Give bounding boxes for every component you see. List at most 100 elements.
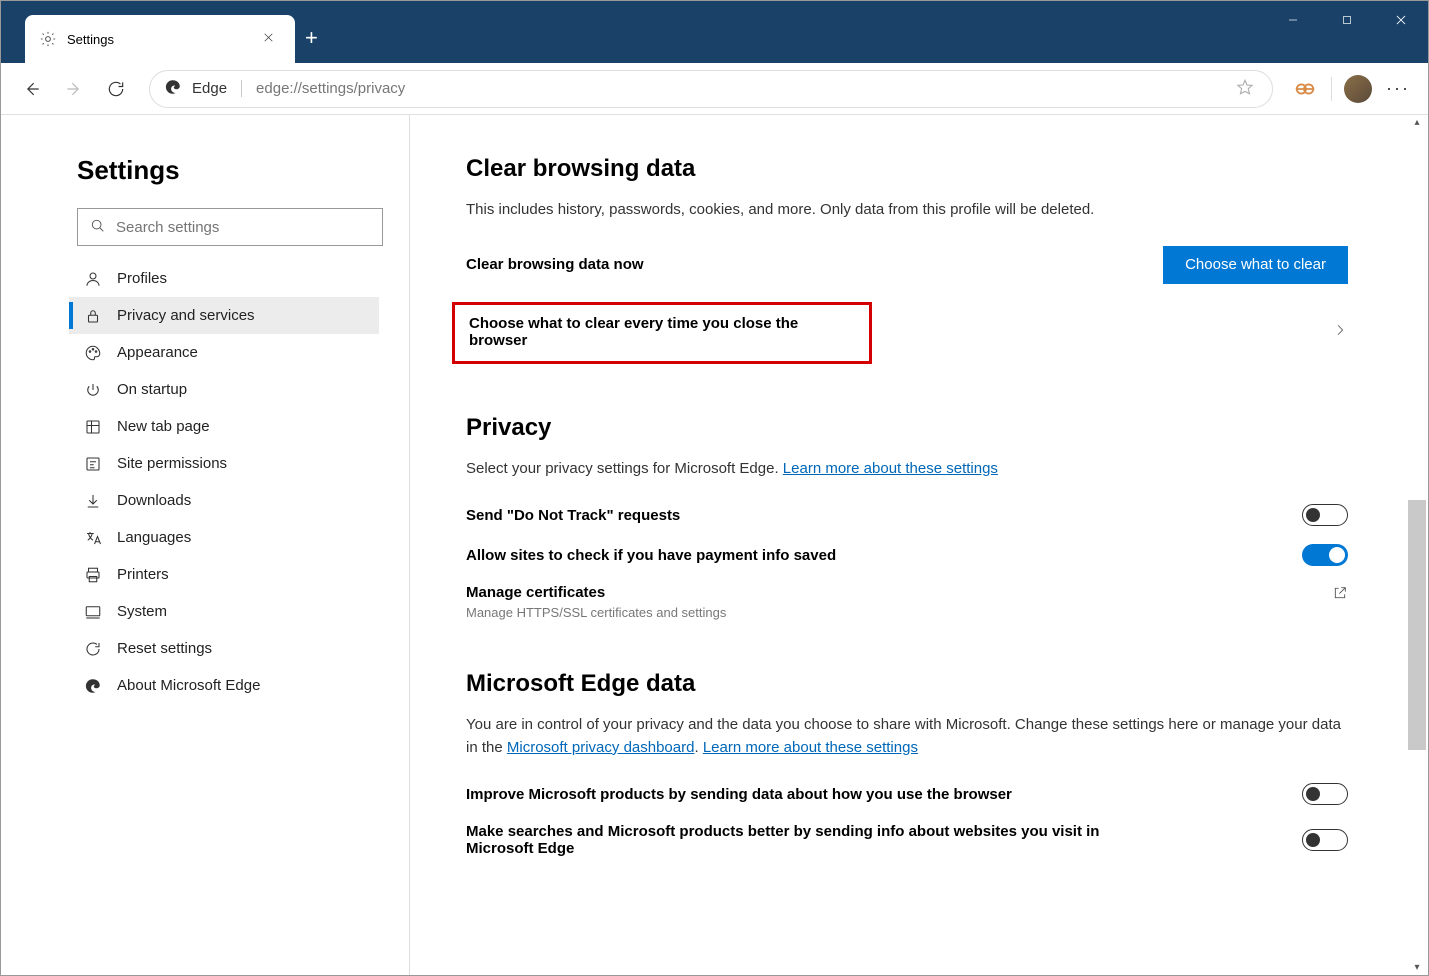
nav-profiles[interactable]: Profiles — [69, 260, 379, 297]
nav-new-tab-page[interactable]: New tab page — [69, 408, 379, 445]
nav-downloads[interactable]: Downloads — [69, 482, 379, 519]
clear-data-desc: This includes history, passwords, cookie… — [466, 199, 1348, 222]
do-not-track-row: Send "Do Not Track" requests — [466, 504, 1348, 526]
nav-reset-settings[interactable]: Reset settings — [69, 630, 379, 667]
do-not-track-toggle[interactable] — [1302, 504, 1348, 526]
settings-main: Clear browsing data This includes histor… — [410, 115, 1428, 975]
settings-sidebar: Settings Profiles Privacy and services — [1, 115, 410, 975]
nav-label: Appearance — [117, 344, 198, 361]
languages-icon — [83, 529, 103, 547]
privacy-desc: Select your privacy settings for Microso… — [466, 458, 1348, 481]
browser-window: Settings + Edge edge://settings/priv — [0, 0, 1429, 976]
improve-products-toggle[interactable] — [1302, 783, 1348, 805]
nav-label: New tab page — [117, 418, 210, 435]
nav-label: Downloads — [117, 492, 191, 509]
refresh-button[interactable] — [95, 68, 137, 110]
new-tab-button[interactable]: + — [305, 25, 318, 51]
nav-languages[interactable]: Languages — [69, 519, 379, 556]
nav-site-permissions[interactable]: Site permissions — [69, 445, 379, 482]
favorite-icon[interactable] — [1236, 78, 1254, 99]
chevron-right-icon[interactable] — [1332, 321, 1348, 344]
make-searches-better-toggle[interactable] — [1302, 829, 1348, 851]
manage-certificates-sub: Manage HTTPS/SSL certificates and settin… — [466, 605, 726, 620]
payment-check-label: Allow sites to check if you have payment… — [466, 547, 836, 564]
address-brand: Edge — [192, 80, 242, 97]
nav-label: Languages — [117, 529, 191, 546]
edge-data-learn-more-link[interactable]: Learn more about these settings — [703, 739, 918, 756]
nav-label: System — [117, 603, 167, 620]
choose-on-close-row-highlight: Choose what to clear every time you clos… — [452, 302, 872, 364]
title-bar: Settings + — [1, 1, 1428, 63]
person-icon — [83, 270, 103, 288]
scrollbar[interactable]: ▴ ▾ — [1408, 115, 1426, 975]
browser-tab[interactable]: Settings — [25, 15, 295, 63]
improve-products-row: Improve Microsoft products by sending da… — [466, 783, 1348, 805]
nav-label: Reset settings — [117, 640, 212, 657]
improve-products-label: Improve Microsoft products by sending da… — [466, 786, 1012, 803]
nav-label: On startup — [117, 381, 187, 398]
search-settings-input[interactable] — [116, 219, 370, 236]
nav-system[interactable]: System — [69, 593, 379, 630]
maximize-button[interactable] — [1320, 1, 1374, 39]
nav-printers[interactable]: Printers — [69, 556, 379, 593]
gear-icon — [39, 30, 57, 48]
address-url: edge://settings/privacy — [256, 80, 405, 97]
minimize-button[interactable] — [1266, 1, 1320, 39]
nav-on-startup[interactable]: On startup — [69, 371, 379, 408]
grid-icon — [83, 418, 103, 436]
profile-avatar[interactable] — [1344, 75, 1372, 103]
toolbar-divider — [1331, 77, 1332, 101]
make-searches-better-row: Make searches and Microsoft products bet… — [466, 823, 1348, 857]
search-icon — [90, 217, 106, 238]
edge-data-desc: You are in control of your privacy and t… — [466, 714, 1348, 759]
nav-appearance[interactable]: Appearance — [69, 334, 379, 371]
nav-label: Printers — [117, 566, 169, 583]
printer-icon — [83, 566, 103, 584]
scroll-down-arrow[interactable]: ▾ — [1414, 960, 1419, 975]
tab-close-button[interactable] — [256, 25, 281, 53]
do-not-track-label: Send "Do Not Track" requests — [466, 507, 680, 524]
nav-label: Profiles — [117, 270, 167, 287]
manage-certificates-row[interactable]: Manage certificates Manage HTTPS/SSL cer… — [466, 584, 1348, 620]
privacy-heading: Privacy — [466, 414, 1348, 442]
choose-what-to-clear-button[interactable]: Choose what to clear — [1163, 246, 1348, 284]
choose-on-close-label[interactable]: Choose what to clear every time you clos… — [469, 315, 798, 349]
download-icon — [83, 492, 103, 510]
make-searches-better-label: Make searches and Microsoft products bet… — [466, 823, 1116, 857]
more-menu-button[interactable]: ··· — [1378, 78, 1418, 99]
system-icon — [83, 603, 103, 621]
nav-label: Privacy and services — [117, 307, 255, 324]
payment-check-row: Allow sites to check if you have payment… — [466, 544, 1348, 566]
extension-icon[interactable] — [1291, 75, 1319, 103]
nav-label: Site permissions — [117, 455, 227, 472]
scroll-thumb[interactable] — [1408, 500, 1426, 750]
edge-icon — [164, 78, 182, 99]
back-button[interactable] — [11, 68, 53, 110]
close-window-button[interactable] — [1374, 1, 1428, 39]
forward-button[interactable] — [53, 68, 95, 110]
settings-nav: Profiles Privacy and services Appearance… — [69, 260, 410, 704]
settings-heading: Settings — [77, 155, 410, 186]
edge-logo-icon — [83, 677, 103, 695]
clear-now-row: Clear browsing data now Choose what to c… — [466, 246, 1348, 284]
payment-check-toggle[interactable] — [1302, 544, 1348, 566]
reset-icon — [83, 640, 103, 658]
window-controls — [1266, 1, 1428, 39]
manage-certificates-label: Manage certificates — [466, 584, 726, 601]
clear-data-heading: Clear browsing data — [466, 155, 1348, 183]
external-link-icon — [1332, 584, 1348, 607]
toolbar: Edge edge://settings/privacy ··· — [1, 63, 1428, 115]
tab-title: Settings — [67, 32, 256, 47]
nav-about[interactable]: About Microsoft Edge — [69, 667, 379, 704]
nav-label: About Microsoft Edge — [117, 677, 260, 694]
power-icon — [83, 381, 103, 399]
scroll-up-arrow[interactable]: ▴ — [1414, 115, 1419, 130]
privacy-learn-more-link[interactable]: Learn more about these settings — [783, 460, 998, 477]
search-settings-box[interactable] — [77, 208, 383, 246]
palette-icon — [83, 344, 103, 362]
content-area: Settings Profiles Privacy and services — [1, 115, 1428, 975]
lock-icon — [83, 307, 103, 325]
address-bar[interactable]: Edge edge://settings/privacy — [149, 70, 1273, 108]
privacy-dashboard-link[interactable]: Microsoft privacy dashboard — [507, 739, 695, 756]
nav-privacy-services[interactable]: Privacy and services — [69, 297, 379, 334]
